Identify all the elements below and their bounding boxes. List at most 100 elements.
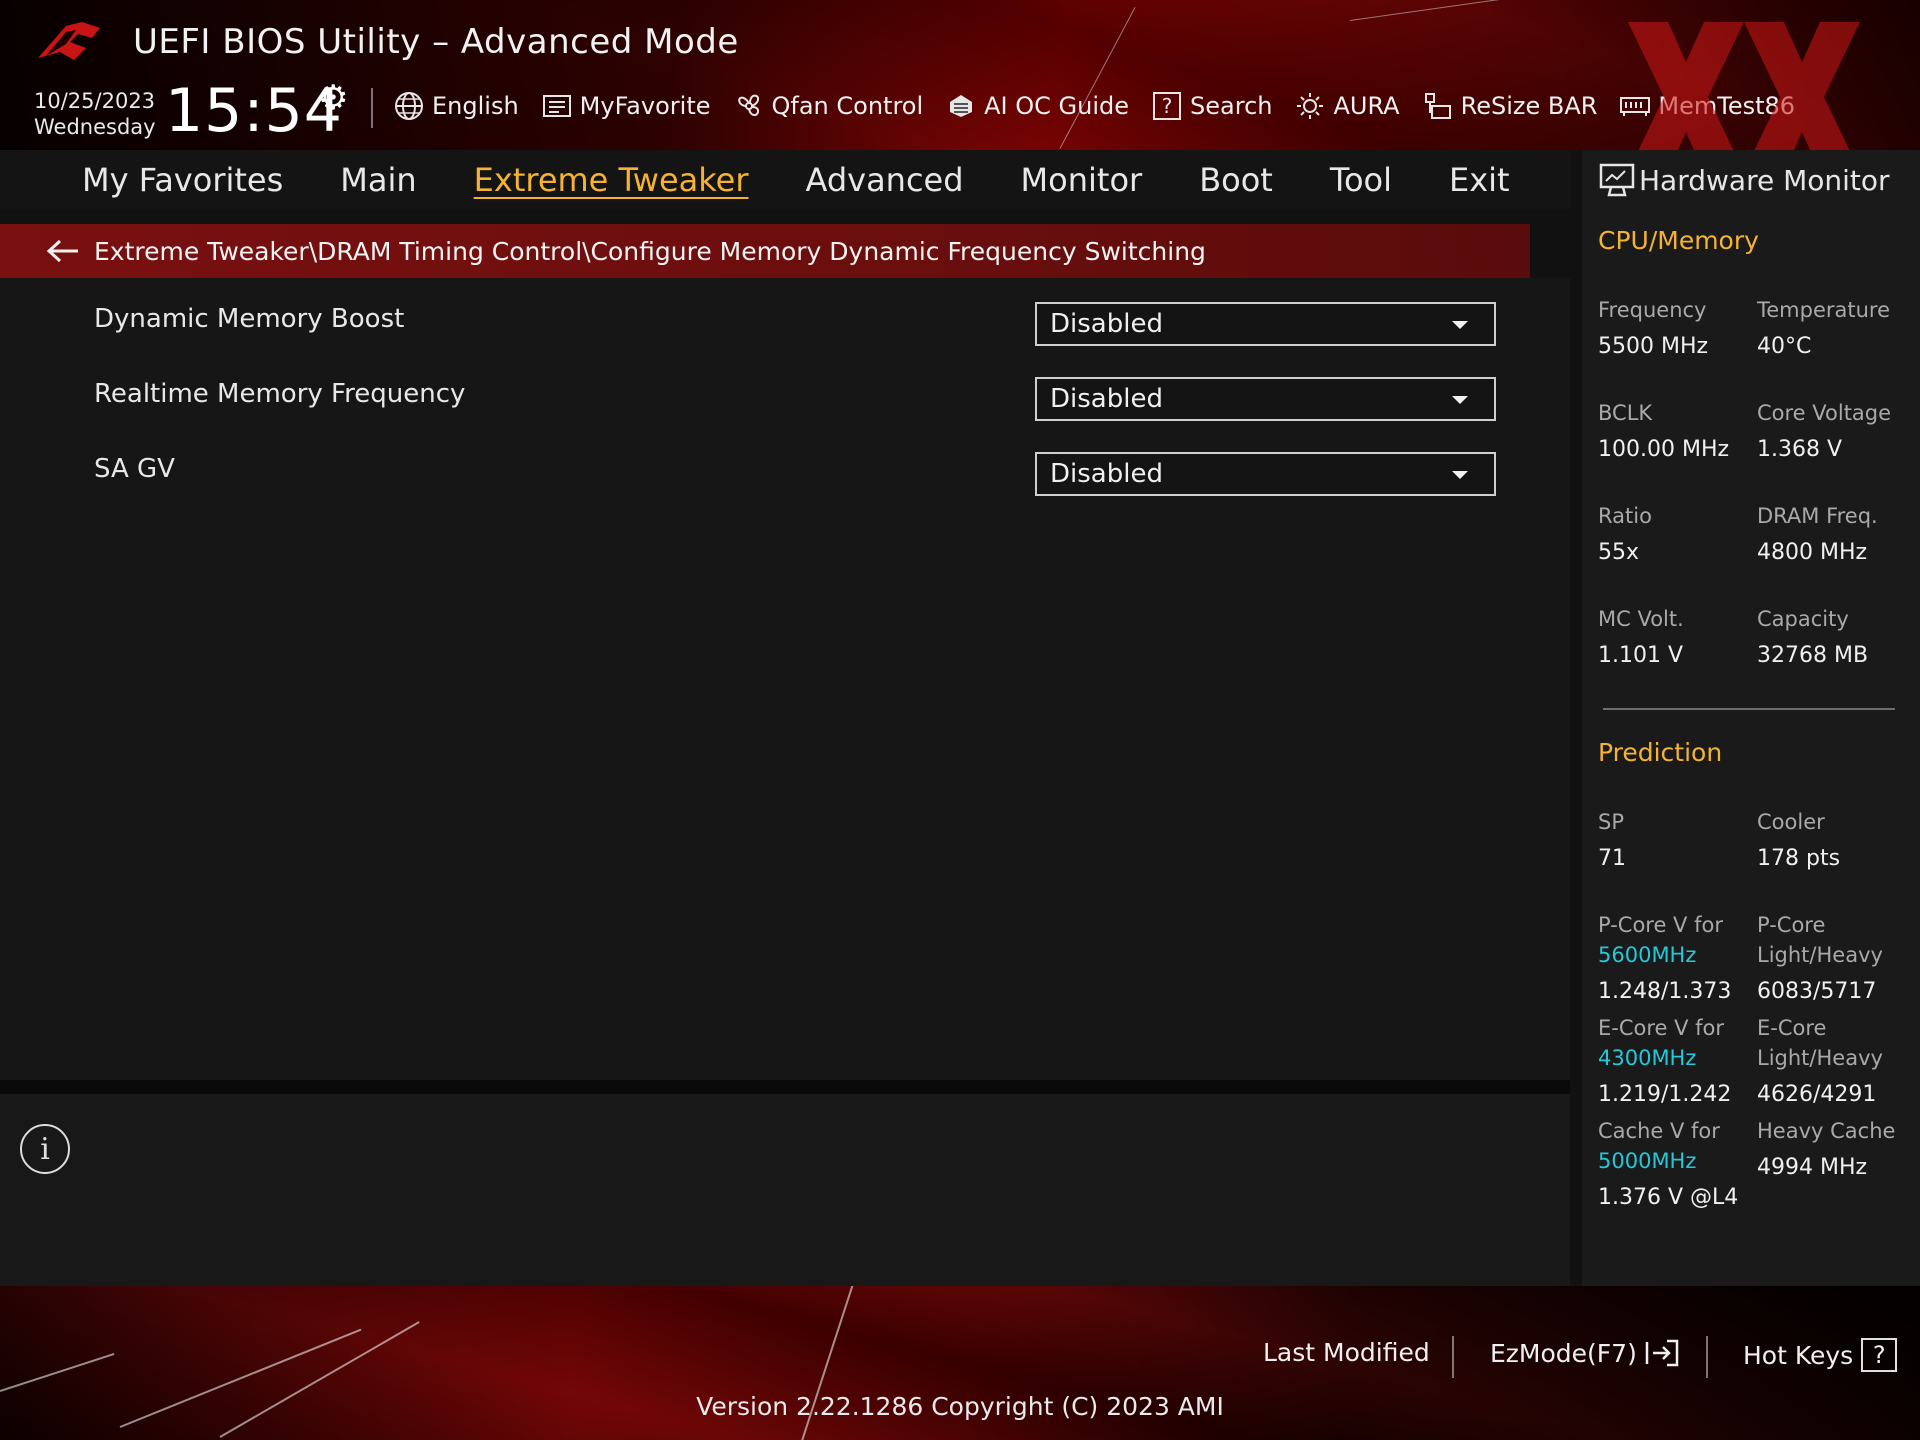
- footer-bar: Last Modified EzMode(F7) Hot Keys ? Vers…: [0, 1286, 1920, 1440]
- ezmode-button[interactable]: EzMode(F7): [1490, 1338, 1679, 1368]
- clock: 15:54: [165, 76, 343, 146]
- last-modified-label: Last Modified: [1263, 1338, 1430, 1367]
- setting-label: Realtime Memory Frequency: [94, 379, 466, 409]
- hw-label: E-Core V for: [1598, 1016, 1725, 1040]
- decor-line: [1059, 6, 1136, 149]
- sa-gv-select[interactable]: Disabled: [1035, 452, 1496, 496]
- globe-icon: [395, 92, 423, 120]
- divider: [0, 1080, 1570, 1094]
- last-modified-button[interactable]: Last Modified: [1263, 1338, 1430, 1367]
- divider: [371, 88, 373, 128]
- version-text: Version 2.22.1286 Copyright (C) 2023 AMI: [696, 1392, 1224, 1421]
- search-button[interactable]: ? Search: [1151, 90, 1272, 122]
- language-button[interactable]: English: [393, 90, 519, 122]
- memtest-icon: [1620, 97, 1651, 116]
- rog-logo-icon: [38, 22, 100, 60]
- tab-exit[interactable]: Exit: [1449, 161, 1510, 199]
- back-arrow-icon[interactable]: [44, 236, 82, 266]
- app-title: UEFI BIOS Utility – Advanced Mode: [133, 22, 739, 62]
- setting-row-realtime-memory-frequency: Realtime Memory Frequency Disabled: [0, 365, 1530, 427]
- date-block: 10/25/2023 Wednesday: [34, 88, 156, 140]
- resize-bar-button[interactable]: ReSize BAR: [1422, 90, 1598, 122]
- divider: [1603, 708, 1895, 710]
- hw-label: SP: [1598, 810, 1624, 834]
- select-value: Disabled: [1050, 309, 1163, 339]
- caret-down-icon: [1452, 321, 1468, 329]
- realtime-memory-frequency-select[interactable]: Disabled: [1035, 377, 1496, 421]
- qfan-control-button[interactable]: Qfan Control: [733, 90, 924, 122]
- hw-value: 100.00 MHz: [1598, 437, 1730, 462]
- menu-tabs: My Favorites Main Extreme Tweaker Advanc…: [82, 150, 1567, 210]
- caret-down-icon: [1452, 396, 1468, 404]
- cpu-memory-heading: CPU/Memory: [1598, 226, 1759, 255]
- hw-freq-highlight: 5600MHz: [1598, 943, 1697, 967]
- monitor-icon: [1599, 163, 1635, 197]
- hw-value: 178 pts: [1757, 846, 1841, 871]
- tab-monitor[interactable]: Monitor: [1021, 161, 1143, 199]
- ai-oc-icon: [950, 95, 973, 117]
- tab-main[interactable]: Main: [340, 161, 416, 199]
- memtest-button[interactable]: MemTest86: [1619, 90, 1795, 122]
- hw-value: 71: [1598, 846, 1626, 871]
- breadcrumb-path: Extreme Tweaker\DRAM Timing Control\Conf…: [94, 236, 1206, 266]
- tab-advanced[interactable]: Advanced: [805, 161, 963, 199]
- exit-arrow-icon: [1645, 1339, 1679, 1367]
- svg-text:?: ?: [1162, 94, 1173, 118]
- myfavorite-button[interactable]: MyFavorite: [541, 90, 711, 122]
- favorite-list-icon: [542, 95, 571, 117]
- hot-keys-button[interactable]: Hot Keys ?: [1743, 1338, 1898, 1372]
- hw-label: Capacity: [1757, 607, 1849, 631]
- hw-value: 4994 MHz: [1757, 1155, 1868, 1180]
- decor-line: [1349, 0, 1766, 21]
- setting-label: SA GV: [94, 454, 175, 484]
- tab-my-favorites[interactable]: My Favorites: [82, 161, 283, 199]
- breadcrumb: Extreme Tweaker\DRAM Timing Control\Conf…: [0, 224, 1530, 278]
- toolbar: English MyFavorite Qfan Control AI OC Gu…: [393, 86, 1795, 126]
- ai-oc-guide-button[interactable]: AI OC Guide: [945, 90, 1129, 122]
- tab-boot[interactable]: Boot: [1199, 161, 1273, 199]
- setting-row-dynamic-memory-boost: Dynamic Memory Boost Disabled: [0, 290, 1530, 352]
- hw-value: 4626/4291: [1757, 1082, 1877, 1107]
- setting-label: Dynamic Memory Boost: [94, 304, 405, 334]
- hw-label: Ratio: [1598, 504, 1652, 528]
- language-label: English: [432, 92, 519, 120]
- help-search-icon: ?: [1153, 92, 1182, 120]
- tab-extreme-tweaker[interactable]: Extreme Tweaker: [474, 161, 749, 199]
- hw-value: 55x: [1598, 540, 1640, 565]
- hw-label: Cooler: [1757, 810, 1825, 834]
- gear-icon[interactable]: ⚙: [318, 78, 348, 118]
- myfavorite-label: MyFavorite: [579, 92, 711, 120]
- memtest-label: MemTest86: [1658, 92, 1796, 120]
- fan-icon: [737, 94, 759, 117]
- aura-light-icon: [1297, 93, 1324, 119]
- hw-label: P-Core V for: [1598, 913, 1723, 937]
- date-text: 10/25/2023: [34, 89, 156, 113]
- divider: [1706, 1336, 1708, 1378]
- aura-label: AURA: [1333, 92, 1400, 120]
- resize-bar-label: ReSize BAR: [1460, 92, 1598, 120]
- main-menu-bar: My Favorites Main Extreme Tweaker Advanc…: [0, 150, 1570, 210]
- hw-label: Cache V for: [1598, 1119, 1720, 1143]
- hw-label: Frequency: [1598, 298, 1707, 322]
- hw-value: 5500 MHz: [1598, 334, 1709, 359]
- hardware-monitor-panel: Hardware Monitor CPU/Memory Frequency 55…: [1582, 150, 1920, 1286]
- hw-value: 1.219/1.242: [1598, 1082, 1732, 1107]
- search-label: Search: [1190, 92, 1273, 120]
- hw-freq-highlight: 4300MHz: [1598, 1046, 1697, 1070]
- hw-label: Temperature: [1757, 298, 1891, 322]
- decor-line: [0, 1352, 115, 1392]
- header-bar: UEFI BIOS Utility – Advanced Mode 10/25/…: [0, 0, 1920, 150]
- qfan-control-label: Qfan Control: [771, 92, 924, 120]
- question-icon: ?: [1861, 1338, 1898, 1372]
- hw-freq-highlight: 5000MHz: [1598, 1149, 1697, 1173]
- aura-button[interactable]: AURA: [1294, 90, 1400, 122]
- hot-keys-label: Hot Keys: [1743, 1340, 1854, 1370]
- hw-value: 1.376 V @L4: [1598, 1185, 1739, 1210]
- hw-label: Light/Heavy: [1757, 943, 1883, 967]
- dynamic-memory-boost-select[interactable]: Disabled: [1035, 302, 1496, 346]
- tab-tool[interactable]: Tool: [1330, 161, 1392, 199]
- hw-value: 40°C: [1757, 334, 1812, 359]
- hw-value: 1.368 V: [1757, 437, 1843, 462]
- hardware-monitor-header: Hardware Monitor: [1582, 150, 1920, 210]
- setting-row-sa-gv: SA GV Disabled: [0, 440, 1530, 502]
